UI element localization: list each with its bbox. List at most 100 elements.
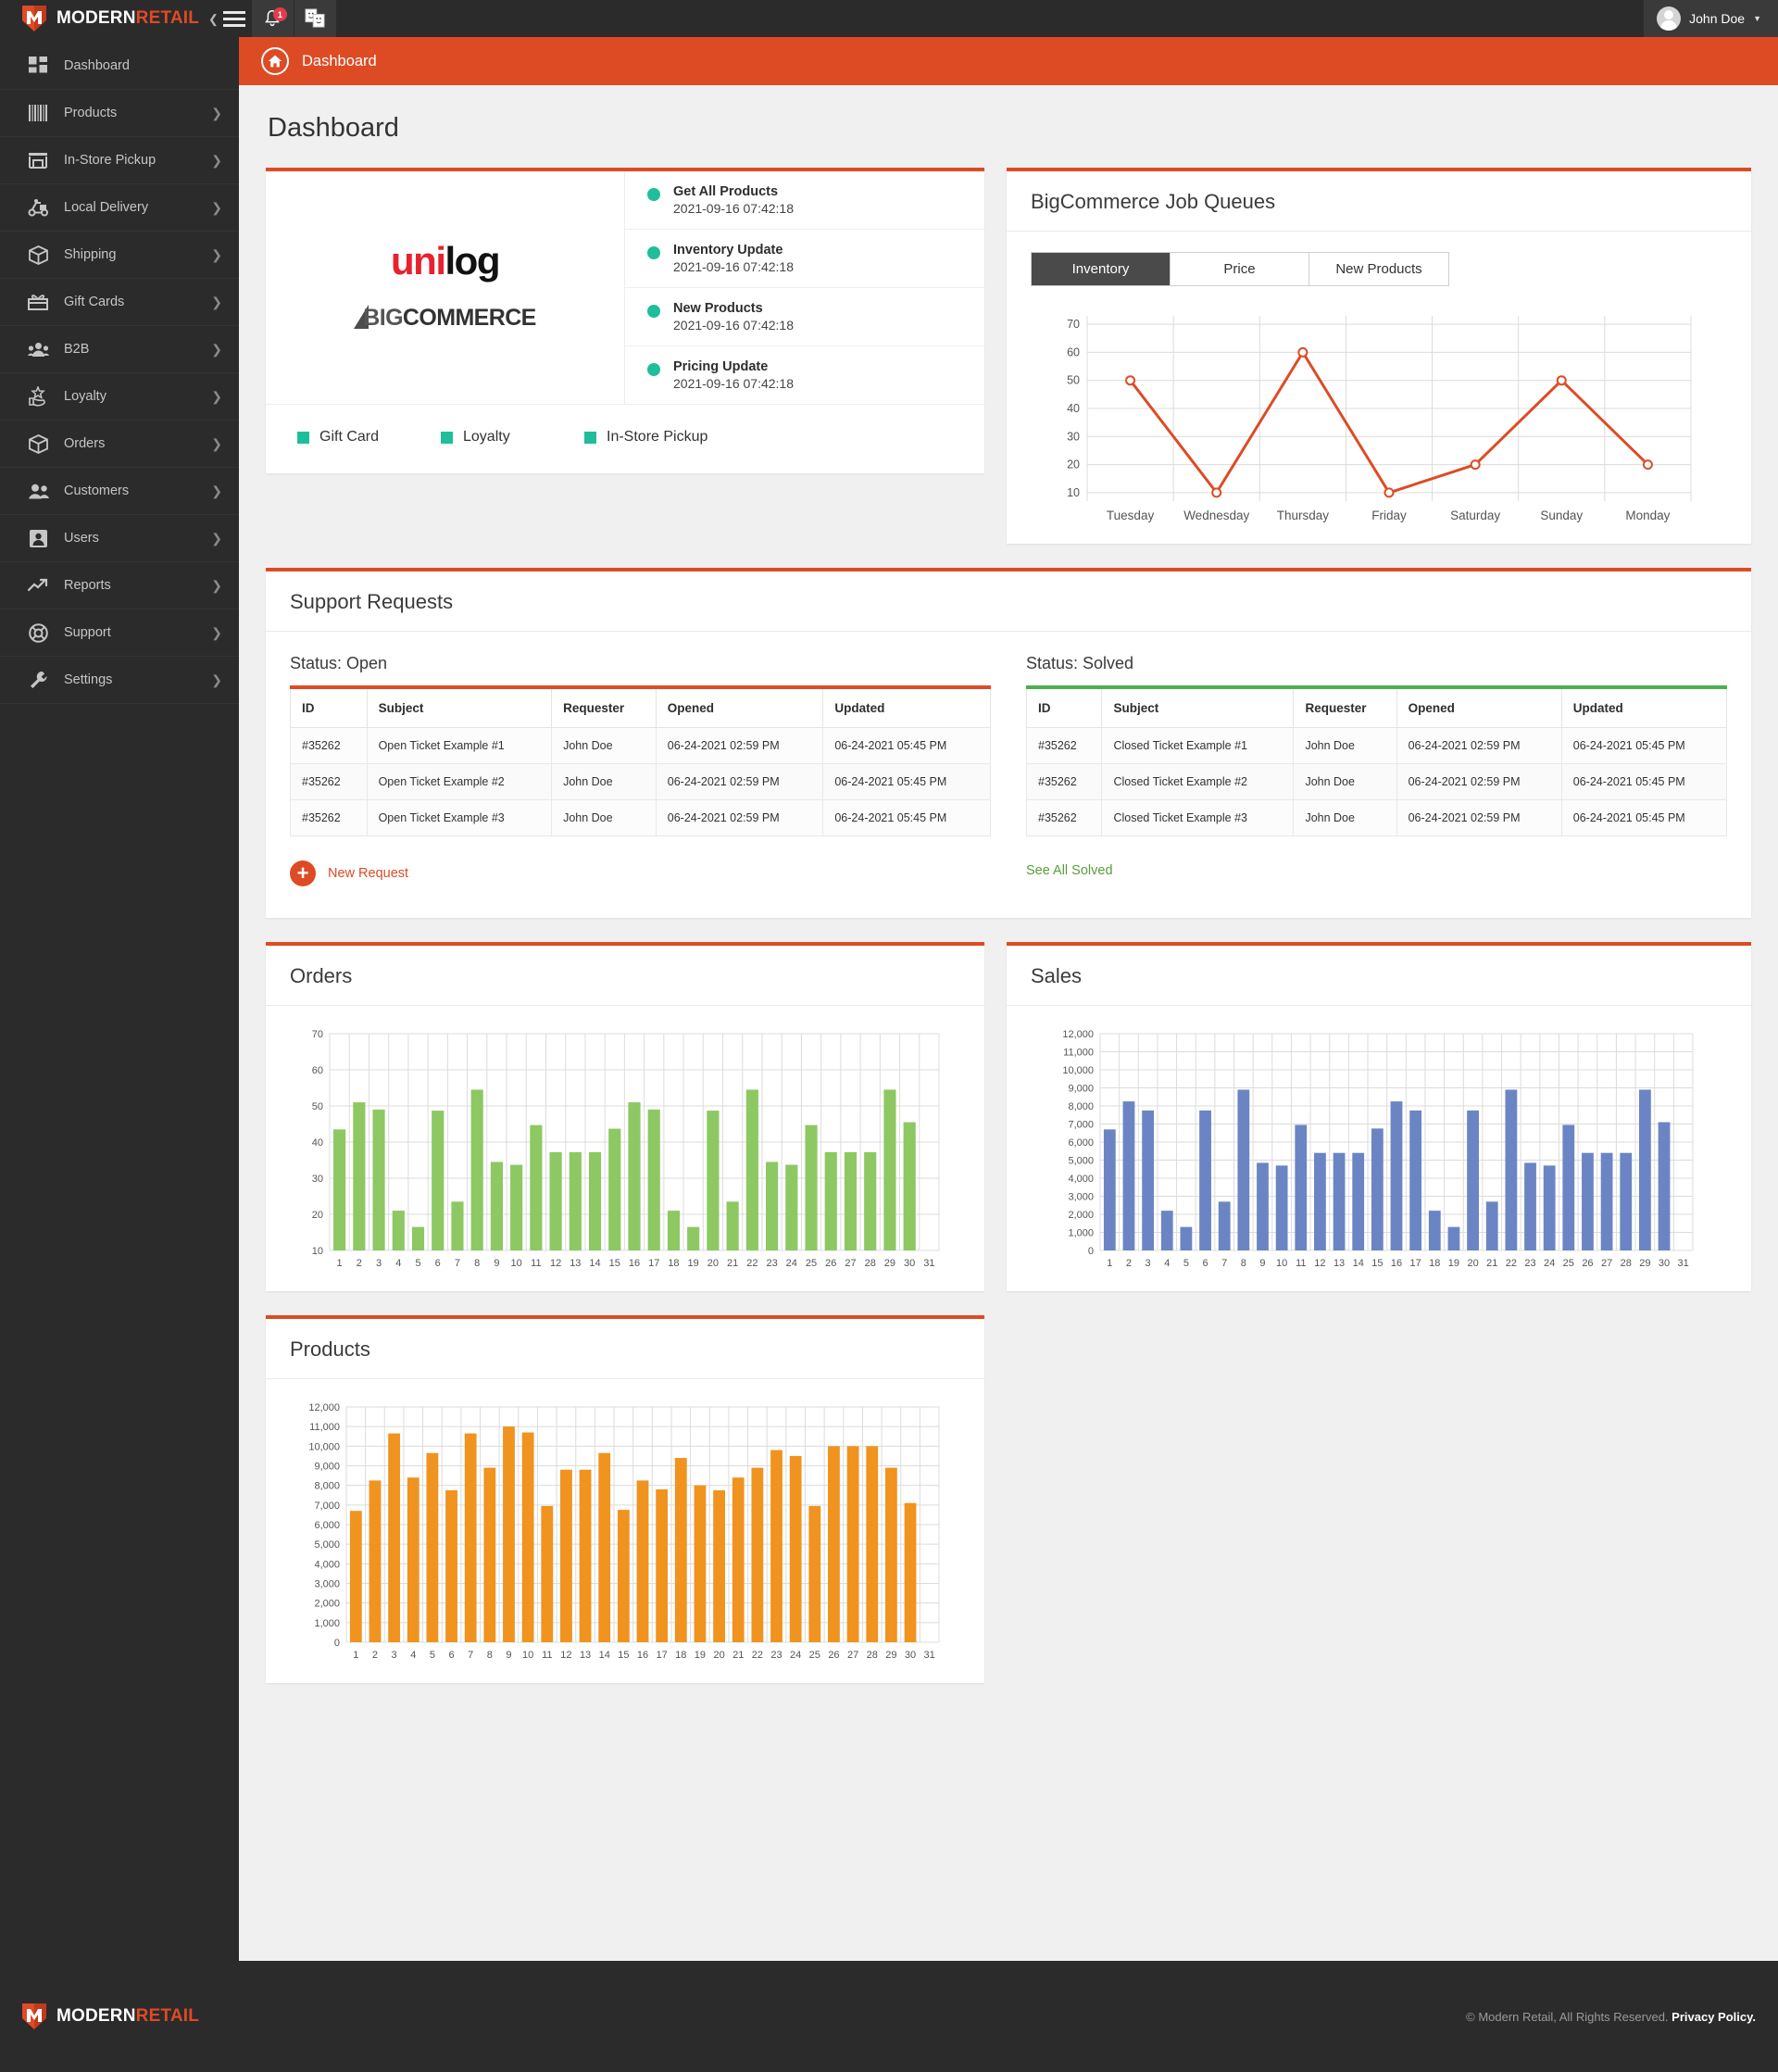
ticket-opened: 06-24-2021 02:59 PM	[1396, 799, 1562, 836]
svg-text:13: 13	[580, 1650, 591, 1661]
svg-text:12: 12	[550, 1258, 561, 1269]
breadcrumb-label[interactable]: Dashboard	[302, 53, 377, 70]
top-bar: MODERNRETAIL ❮ 1 John Doe ▼	[0, 0, 1778, 37]
sales-title: Sales	[1007, 946, 1751, 1006]
svg-text:22: 22	[1506, 1258, 1517, 1269]
svg-text:9,000: 9,000	[314, 1462, 340, 1473]
tab-inventory[interactable]: Inventory	[1032, 253, 1171, 285]
ticket-subject-link[interactable]: Open Ticket Example #3	[366, 799, 553, 836]
lifebuoy-icon	[26, 622, 50, 644]
job-queues-title: BigCommerce Job Queues	[1007, 171, 1751, 232]
footer-copyright-text: © Modern Retail, All Rights Reserved.	[1466, 2009, 1669, 2024]
svg-text:3: 3	[392, 1650, 397, 1661]
sidebar-item-b2b[interactable]: B2B ❯	[0, 326, 239, 373]
sidebar-item-in-store-pickup[interactable]: In-Store Pickup ❯	[0, 137, 239, 184]
svg-text:19: 19	[695, 1650, 706, 1661]
svg-text:10: 10	[312, 1246, 323, 1257]
svg-text:10: 10	[522, 1650, 533, 1661]
job-name: Pricing Update	[673, 359, 769, 374]
sidebar-item-local-delivery[interactable]: Local Delivery ❯	[0, 184, 239, 232]
footer-brand-text: MODERNRETAIL	[56, 2006, 199, 2027]
ticket-updated: 06-24-2021 05:45 PM	[1560, 727, 1728, 764]
ticket-subject-link[interactable]: Closed Ticket Example #1	[1101, 727, 1295, 764]
sidebar-item-shipping[interactable]: Shipping ❯	[0, 232, 239, 279]
notifications-button[interactable]: 1	[250, 0, 294, 37]
job-queues-chart: 10 20 30 40 50 60 70 Tuesday Wednesday Thursday Fr…	[1007, 286, 1751, 544]
ticket-subject-link[interactable]: Open Ticket Example #1	[366, 727, 553, 764]
svg-text:22: 22	[752, 1650, 763, 1661]
sidebar-item-label: Settings	[64, 672, 113, 687]
column-header: Subject	[366, 686, 553, 728]
tab-price[interactable]: Price	[1171, 253, 1309, 285]
apps-button[interactable]	[293, 0, 336, 37]
sidebar-item-orders[interactable]: Orders ❯	[0, 421, 239, 468]
svg-text:60: 60	[1067, 345, 1080, 358]
chevron-right-icon: ❯	[211, 531, 222, 546]
legend-item: Gift Card	[297, 429, 441, 446]
svg-text:9: 9	[1259, 1258, 1265, 1269]
package-icon	[26, 433, 50, 455]
sidebar-item-loyalty[interactable]: Loyalty ❯	[0, 373, 239, 421]
svg-text:40: 40	[1067, 402, 1080, 415]
ticket-subject-link[interactable]: Open Ticket Example #2	[366, 763, 553, 800]
orders-card: Orders 10 20 30 40 50 60 70 1 2 3 4 5 6 7 8 9 10 11 12 13 14…	[266, 942, 984, 1291]
products-chart: 0 1,000 2,000 3,000 4,000 5,000 6,000 7,000 8,00…	[266, 1379, 984, 1683]
svg-text:3: 3	[1146, 1258, 1151, 1269]
sidebar-toggle-button[interactable]: ❮	[208, 0, 251, 37]
ticket-updated: 06-24-2021 05:45 PM	[1560, 763, 1728, 800]
bigcommerce-logo-part-2: COMMERCE	[402, 305, 536, 331]
support-requests-title: Support Requests	[266, 571, 1751, 632]
svg-text:25: 25	[806, 1258, 817, 1269]
table-row: #35262 Open Ticket Example #1 John Doe 06-2…	[290, 727, 991, 764]
tab-new-products[interactable]: New Products	[1309, 253, 1448, 285]
column-header: Updated	[1560, 686, 1728, 728]
svg-text:20: 20	[1067, 458, 1080, 471]
modern-retail-logo-icon	[22, 6, 46, 31]
brand-logo[interactable]: MODERNRETAIL	[0, 0, 208, 37]
chevron-right-icon: ❯	[211, 672, 222, 687]
sidebar-item-customers[interactable]: Customers ❯	[0, 468, 239, 515]
svg-text:5,000: 5,000	[1068, 1156, 1094, 1167]
svg-text:15: 15	[1371, 1258, 1383, 1269]
top-cards-row: unilog BIGCOMMERCE Get All Products 2021…	[266, 168, 1751, 544]
brand-text: MODERNRETAIL	[56, 8, 199, 29]
svg-text:30: 30	[312, 1174, 323, 1185]
ticket-id: #35262	[290, 799, 368, 836]
svg-text:18: 18	[675, 1650, 686, 1661]
privacy-policy-link[interactable]: Privacy Policy.	[1672, 2010, 1756, 2024]
unilog-logo: unilog	[391, 242, 500, 281]
open-status-label: Status: Open	[290, 654, 388, 672]
svg-text:23: 23	[770, 1650, 782, 1661]
svg-text:24: 24	[1544, 1258, 1555, 1269]
new-request-label: New Request	[328, 866, 409, 881]
chevron-right-icon: ❯	[211, 625, 222, 640]
sidebar-item-gift-cards[interactable]: Gift Cards ❯	[0, 279, 239, 326]
svg-text:11: 11	[1296, 1258, 1306, 1269]
sales_bar: 0 1,000 2,000 3,000 4,000 5,000 6,000 7,000 8,00…	[1062, 1029, 1694, 1269]
sidebar-item-dashboard[interactable]: Dashboard	[0, 43, 239, 90]
chevron-right-icon: ❯	[211, 389, 222, 404]
ticket-subject-link[interactable]: Closed Ticket Example #3	[1101, 799, 1295, 836]
svg-text:11: 11	[531, 1258, 541, 1269]
sidebar-item-settings[interactable]: Settings ❯	[0, 657, 239, 704]
people-icon	[26, 480, 50, 502]
svg-text:14: 14	[589, 1258, 600, 1269]
svg-text:14: 14	[1353, 1258, 1364, 1269]
see-all-solved-link[interactable]: See All Solved	[1026, 863, 1727, 878]
sidebar-item-label: Dashboard	[64, 58, 130, 73]
user-menu[interactable]: John Doe ▼	[1644, 0, 1778, 37]
sidebar-item-users[interactable]: Users ❯	[0, 515, 239, 562]
new-request-button[interactable]: + New Request	[290, 860, 991, 886]
chevron-right-icon: ❯	[211, 106, 222, 120]
ticket-id: #35262	[1025, 763, 1103, 800]
solved-status-label: Status: Solved	[1026, 654, 1134, 672]
svg-text:4: 4	[395, 1258, 401, 1269]
ticket-requester: John Doe	[1293, 763, 1397, 800]
sidebar-item-products[interactable]: Products ❯	[0, 90, 239, 137]
ticket-subject-link[interactable]: Closed Ticket Example #2	[1101, 763, 1295, 800]
job_queues_line: 10 20 30 40 50 60 70 Tuesday Wednesday Thursday Fr…	[1067, 316, 1692, 522]
job-queues-card-col: BigCommerce Job Queues Inventory Price New…	[1007, 168, 1751, 544]
sidebar-item-support[interactable]: Support ❯	[0, 609, 239, 657]
sidebar-item-reports[interactable]: Reports ❯	[0, 562, 239, 609]
